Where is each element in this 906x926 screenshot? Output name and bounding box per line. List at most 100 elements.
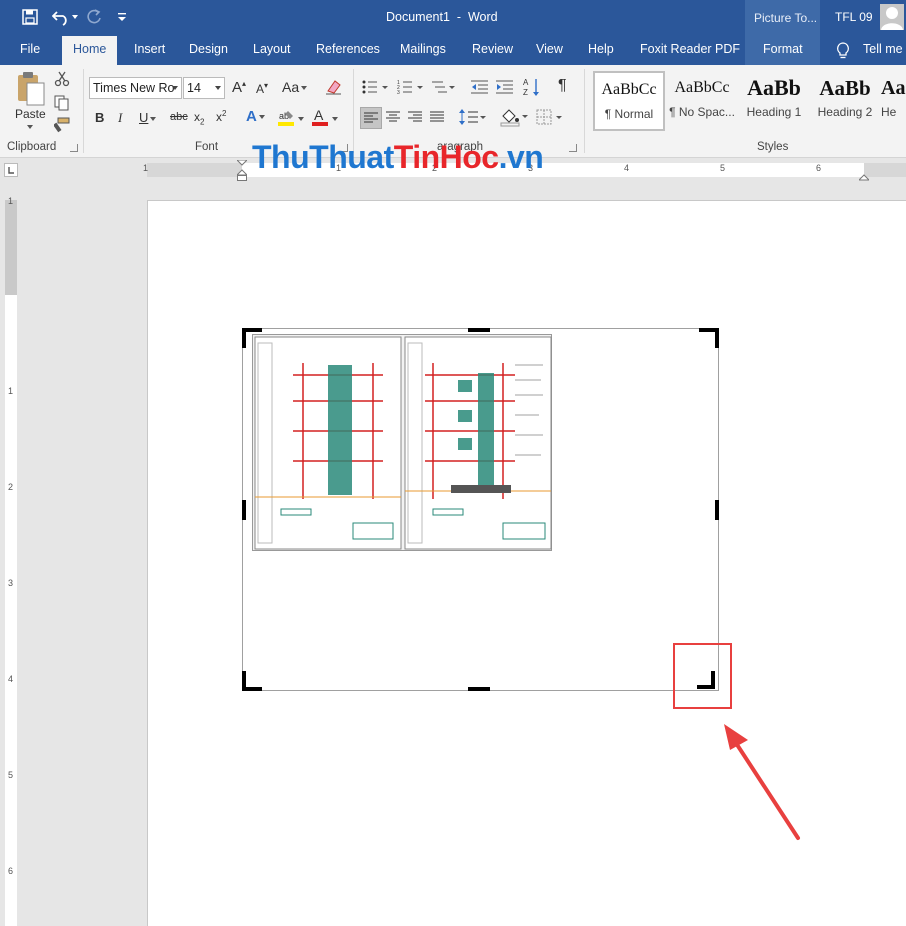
style-name: Heading 2 — [817, 105, 873, 119]
user-name[interactable]: TFL 09 — [835, 10, 873, 24]
svg-text:3: 3 — [397, 90, 400, 95]
sort-icon[interactable]: AZ — [523, 77, 541, 100]
text-effects-icon[interactable]: A — [246, 108, 265, 125]
font-family-dropdown[interactable]: Times New Ro — [89, 77, 182, 99]
redo-icon[interactable] — [86, 9, 102, 28]
multilevel-icon[interactable] — [431, 79, 455, 98]
underline-icon[interactable]: U — [139, 110, 157, 125]
bold-icon[interactable]: B — [95, 110, 104, 125]
ruler-number: 6 — [8, 866, 14, 876]
strikethrough-icon[interactable]: abc — [170, 111, 188, 123]
tab-review[interactable]: Review — [472, 36, 513, 65]
ruler-number: 5 — [8, 770, 14, 780]
paste-icon[interactable] — [16, 71, 46, 110]
document-title: Document1 - Word — [386, 10, 498, 24]
ruler-margin-left — [147, 163, 242, 177]
tab-selector-icon[interactable] — [4, 163, 18, 177]
font-color-icon[interactable]: A — [311, 107, 329, 130]
justify-icon[interactable] — [428, 109, 446, 130]
tell-me-search[interactable]: Tell me — [863, 36, 903, 65]
chevron-down-icon — [172, 86, 178, 90]
style-name: ¶ No Spac... — [669, 105, 735, 119]
tab-help[interactable]: Help — [588, 36, 614, 65]
paste-dropdown-icon[interactable] — [27, 125, 33, 129]
undo-dropdown-icon[interactable] — [72, 15, 78, 19]
clipboard-launcher-icon[interactable] — [70, 144, 78, 152]
clear-formatting-icon[interactable] — [325, 79, 343, 98]
ruler-number: 1 — [8, 386, 14, 396]
separator — [83, 69, 84, 153]
subscript-icon[interactable]: x2 — [194, 110, 204, 126]
format-painter-icon[interactable] — [53, 117, 70, 136]
tab-home[interactable]: Home — [62, 36, 118, 65]
tab-view[interactable]: View — [536, 36, 563, 65]
tab-references[interactable]: References — [316, 36, 380, 65]
tab-insert[interactable]: Insert — [134, 36, 165, 65]
grow-font-icon[interactable]: A▴ — [232, 79, 246, 96]
style-heading-3[interactable]: Aa He — [881, 71, 906, 131]
tab-layout[interactable]: Layout — [253, 36, 291, 65]
style-name: ¶ Normal — [604, 107, 654, 121]
watermark-part: .vn — [498, 139, 544, 175]
font-family-value: Times New Ro — [93, 81, 175, 95]
borders-icon[interactable] — [536, 108, 564, 129]
tab-mailings[interactable]: Mailings — [400, 36, 446, 65]
ruler-number: 6 — [816, 163, 822, 173]
clipboard-group-label: Clipboard — [7, 141, 57, 153]
ruler-margin-right — [864, 163, 906, 177]
font-color-dropdown-icon[interactable] — [332, 117, 338, 121]
tab-foxit[interactable]: Foxit Reader PDF — [640, 36, 740, 65]
ruler-number: 5 — [720, 163, 726, 173]
highlight-icon[interactable]: ab — [278, 109, 296, 130]
align-right-icon[interactable] — [406, 109, 424, 130]
superscript-icon[interactable]: x2 — [216, 109, 226, 124]
bullets-icon[interactable] — [362, 79, 388, 98]
tab-design[interactable]: Design — [189, 36, 228, 65]
customize-qat-icon[interactable] — [118, 11, 126, 25]
svg-text:A: A — [523, 78, 529, 87]
cut-icon[interactable] — [54, 71, 70, 90]
decrease-indent-icon[interactable] — [471, 79, 489, 98]
style-normal[interactable]: AaBbCc ¶ Normal — [593, 71, 665, 131]
ruler-margin-top — [5, 200, 17, 295]
avatar-icon[interactable] — [880, 4, 904, 30]
ruler-number: 3 — [8, 578, 14, 588]
paragraph-launcher-icon[interactable] — [569, 144, 577, 152]
svg-text:Z: Z — [523, 88, 528, 97]
style-heading-1[interactable]: AaBb Heading 1 — [738, 71, 810, 131]
pilcrow-icon[interactable]: ¶ — [558, 77, 567, 95]
tab-file[interactable]: File — [20, 36, 40, 65]
style-heading-2[interactable]: AaBb Heading 2 — [809, 71, 881, 131]
undo-icon[interactable] — [51, 8, 72, 29]
crop-handles[interactable] — [240, 326, 721, 693]
numbering-icon[interactable]: 123 — [397, 79, 423, 98]
font-size-dropdown[interactable]: 14 — [183, 77, 225, 99]
style-preview: AaBb — [819, 76, 871, 100]
highlight-dropdown-icon[interactable] — [298, 117, 304, 121]
highlight-box — [673, 643, 732, 709]
title-bar: Document1 - Word Picture To... TFL 09 — [0, 0, 906, 36]
style-no-spacing[interactable]: AaBbCc ¶ No Spac... — [666, 71, 738, 131]
svg-text:A: A — [314, 108, 324, 123]
lightbulb-icon[interactable] — [836, 42, 850, 63]
copy-icon[interactable] — [54, 95, 70, 114]
ribbon-tabs: File Home Insert Design Layout Reference… — [0, 36, 906, 65]
style-preview: AaBbCc — [674, 79, 730, 96]
center-icon[interactable] — [384, 109, 402, 130]
line-spacing-icon[interactable] — [458, 108, 486, 129]
align-left-icon[interactable] — [360, 107, 382, 129]
increase-indent-icon[interactable] — [496, 79, 514, 98]
style-name: Heading 1 — [746, 105, 802, 119]
style-preview: AaBb — [747, 75, 801, 100]
style-name: He — [881, 105, 897, 119]
ruler-number: 1 — [143, 163, 149, 173]
italic-icon[interactable]: I — [118, 110, 122, 126]
vertical-ruler[interactable]: 1 1 2 3 4 5 6 — [0, 182, 22, 926]
save-icon[interactable] — [22, 9, 38, 28]
change-case-icon[interactable]: Aa — [282, 79, 308, 95]
shrink-font-icon[interactable]: A▾ — [256, 81, 268, 96]
tab-format[interactable]: Format — [763, 36, 803, 65]
shading-icon[interactable] — [500, 107, 528, 130]
style-preview: Aa — [881, 77, 906, 99]
paste-button[interactable]: Paste — [15, 107, 46, 121]
